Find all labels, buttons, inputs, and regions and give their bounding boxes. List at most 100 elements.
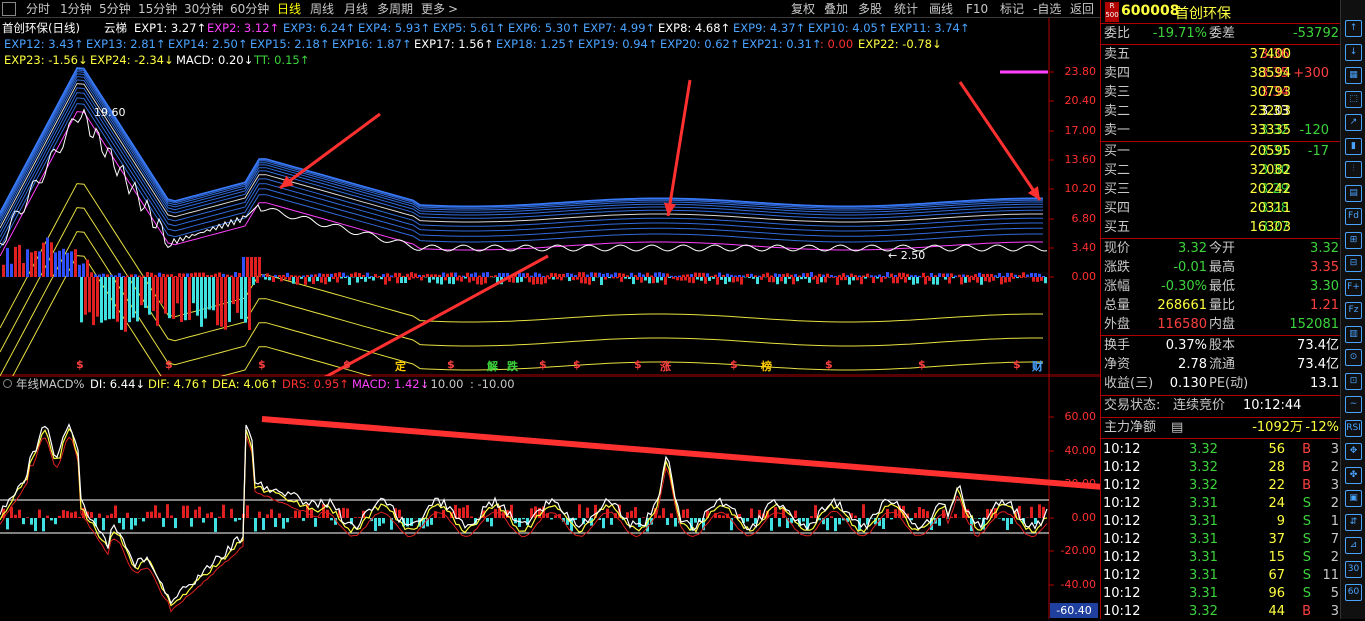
event-mark[interactable]: $: [258, 358, 266, 371]
info-row-cell: 73.4亿: [1297, 356, 1339, 374]
side-tool-icon[interactable]: ↓: [1345, 44, 1362, 61]
toolbar-button-7[interactable]: -自选: [1033, 1, 1061, 17]
info-row-cell: 换手: [1104, 337, 1130, 355]
event-mark[interactable]: $: [825, 358, 833, 371]
trade-row: 10:123.3256B3: [1101, 441, 1341, 459]
event-mark[interactable]: $: [1013, 358, 1021, 371]
side-tool-icon[interactable]: ⊿: [1345, 537, 1362, 554]
trade-row-cell: S: [1303, 531, 1311, 549]
side-tool-icon[interactable]: ▥: [1345, 326, 1362, 343]
side-tool-icon[interactable]: ▦: [1345, 67, 1362, 84]
side-tool-icon[interactable]: 30: [1345, 561, 1362, 578]
side-tool-icon[interactable]: ⫶: [1345, 161, 1362, 178]
side-tool-icon[interactable]: RSI: [1345, 420, 1362, 437]
event-mark[interactable]: 榜: [761, 358, 772, 374]
main-force-row: 主力净额▤-1092万-12%: [1101, 419, 1341, 437]
side-tool-icon[interactable]: ⊡: [1345, 373, 1362, 390]
trade-row-cell: 10:12: [1103, 567, 1140, 585]
toolbar-button-1[interactable]: 叠加: [824, 1, 848, 17]
tab-0[interactable]: 分时: [26, 1, 50, 17]
tab-2[interactable]: 5分钟: [99, 1, 131, 17]
side-tool-icon[interactable]: ↑: [1345, 20, 1362, 37]
toolbar-button-3[interactable]: 统计: [894, 1, 918, 17]
event-mark[interactable]: 财: [1032, 358, 1043, 374]
toolbar-button-0[interactable]: 复权: [791, 1, 815, 17]
side-tool-icon[interactable]: ∼: [1345, 396, 1362, 413]
side-tool-icon[interactable]: ↗: [1345, 114, 1362, 131]
trade-row-cell: 9: [1277, 513, 1285, 531]
trade-row-cell: 37: [1268, 531, 1285, 549]
ask-row-cell: 卖三: [1104, 84, 1130, 102]
tab-10[interactable]: 更多: [421, 1, 445, 17]
quote-row: 涨跌-0.01最高3.35: [1101, 259, 1341, 277]
sub-axis-tick: -40.00: [1050, 578, 1096, 591]
event-mark[interactable]: 跌: [507, 358, 518, 374]
trade-row-cell: 15: [1268, 549, 1285, 567]
trade-row-cell: 10:12: [1103, 441, 1140, 459]
quote-row-cell: 最低: [1209, 278, 1235, 296]
side-tool-icon[interactable]: ⊞: [1345, 232, 1362, 249]
side-tool-icon[interactable]: ✥: [1345, 443, 1362, 460]
side-tool-icon[interactable]: Fd: [1345, 208, 1362, 225]
event-mark[interactable]: 定: [395, 358, 406, 374]
side-tool-icon[interactable]: ▤: [1345, 185, 1362, 202]
side-tool-icon[interactable]: Fz: [1345, 302, 1362, 319]
side-tool-icon[interactable]: ⊟: [1345, 255, 1362, 272]
tab-1[interactable]: 1分钟: [60, 1, 92, 17]
sub-axis-tick: 0.00: [1050, 511, 1096, 524]
toolbar-button-4[interactable]: 画线: [929, 1, 953, 17]
side-tool-icon[interactable]: ⊙: [1345, 349, 1362, 366]
event-mark[interactable]: $: [918, 358, 926, 371]
event-mark[interactable]: $: [573, 358, 581, 371]
side-tool-icon[interactable]: ▮: [1345, 138, 1362, 155]
tab-7[interactable]: 周线: [310, 1, 334, 17]
event-mark[interactable]: $: [447, 358, 455, 371]
bid-row-cell: 20595: [1250, 143, 1291, 161]
event-mark[interactable]: $: [730, 358, 738, 371]
side-tool-icon[interactable]: ⬚: [1345, 91, 1362, 108]
sub-axis-tick: -20.00: [1050, 544, 1096, 557]
bid-row-cell: 买二: [1104, 162, 1130, 180]
trade-row-cell: S: [1303, 585, 1311, 603]
tab-3[interactable]: 15分钟: [138, 1, 177, 17]
side-tool-icon[interactable]: 60: [1345, 584, 1362, 601]
event-mark[interactable]: $: [634, 358, 642, 371]
macd-sub-chart[interactable]: 年线MACD%DI: 6.44↓DIF: 4.76↑DEA: 4.06↑DRS:…: [0, 376, 1100, 619]
tab-8[interactable]: 月线: [344, 1, 368, 17]
event-mark[interactable]: $: [165, 358, 173, 371]
toolbar-button-8[interactable]: 返回: [1070, 1, 1094, 17]
kline-main-chart[interactable]: 首创环保(日线)云梯EXP1: 3.27↑EXP2: 3.12↑EXP3: 6.…: [0, 18, 1100, 376]
sub-settings-icon[interactable]: [3, 379, 12, 388]
sub-axis-tick: 60.00: [1050, 410, 1096, 423]
toolbar-button-5[interactable]: F10: [966, 1, 988, 17]
event-mark[interactable]: 解: [487, 358, 498, 374]
tab-9[interactable]: 多周期: [377, 1, 413, 17]
trade-status-row-cell: 连续竞价: [1173, 397, 1225, 415]
quote-row-cell: 内盘: [1209, 316, 1235, 334]
ask-row-cell: 卖五: [1104, 46, 1130, 64]
trade-row-cell: 3.32: [1189, 603, 1218, 621]
toolbar-button-2[interactable]: 多股: [858, 1, 882, 17]
layout-grid-icon[interactable]: [2, 2, 16, 16]
divider: [1101, 238, 1341, 239]
side-tool-icon[interactable]: ▣: [1345, 490, 1362, 507]
divider: [1101, 141, 1341, 142]
event-mark[interactable]: $: [343, 358, 351, 371]
bid-row-cell: 20311: [1250, 200, 1291, 218]
toolbar-button-6[interactable]: 标记: [1000, 1, 1024, 17]
more-caret-icon[interactable]: >: [448, 1, 458, 17]
side-tool-icon[interactable]: F+: [1345, 279, 1362, 296]
trade-row-cell: 5: [1331, 585, 1339, 603]
tab-5[interactable]: 60分钟: [230, 1, 269, 17]
event-mark[interactable]: $: [539, 358, 547, 371]
side-tool-icon[interactable]: ✤: [1345, 467, 1362, 484]
trade-row-cell: 10:12: [1103, 603, 1140, 621]
trade-row-cell: B: [1302, 477, 1311, 495]
event-mark[interactable]: $: [76, 358, 84, 371]
ask-row-cell: 33335: [1250, 122, 1291, 140]
trade-row-cell: 10:12: [1103, 477, 1140, 495]
tab-6[interactable]: 日线: [277, 1, 301, 17]
tab-4[interactable]: 30分钟: [184, 1, 223, 17]
event-mark[interactable]: 涨: [660, 358, 671, 374]
side-tool-icon[interactable]: ⇵: [1345, 514, 1362, 531]
